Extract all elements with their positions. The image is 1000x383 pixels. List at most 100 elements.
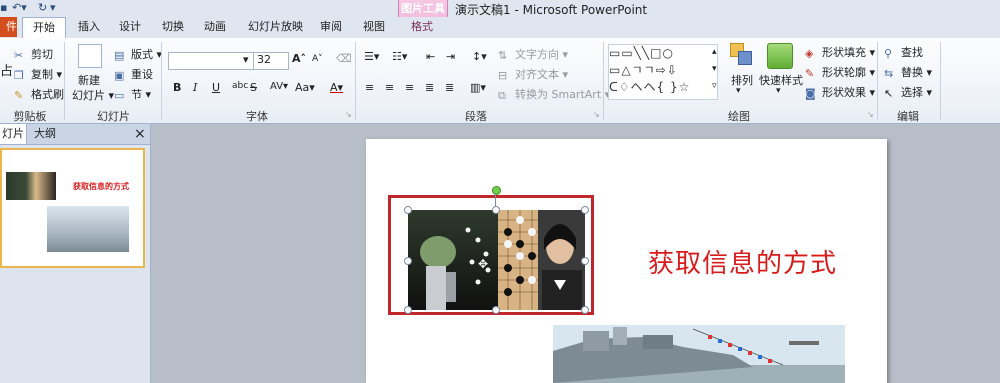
grow-font-button[interactable]: A˄	[292, 52, 306, 65]
resize-handle-top-left[interactable]	[404, 206, 412, 214]
font-color-button[interactable]: A▾	[330, 81, 343, 94]
resize-handle-bottom-right[interactable]	[581, 306, 589, 314]
rectangle-shape-icon[interactable]: ▭△ㄱㄱ⇨⇩	[609, 63, 678, 77]
arrange-button[interactable]: 排列	[731, 72, 753, 88]
change-case-button[interactable]: Aa▾	[295, 81, 315, 94]
layout-icon: ▤	[114, 49, 125, 62]
quick-styles-button[interactable]: 快速样式	[759, 72, 803, 88]
reset-button[interactable]: ▣ 重设	[114, 66, 153, 82]
find-button[interactable]: ⚲ 查找	[884, 44, 923, 60]
warship-illustration	[553, 325, 845, 383]
arc-shape-icon[interactable]: ᑕ♢ヘヘ{ }☆	[609, 80, 690, 94]
paste-button[interactable]: 占	[0, 60, 13, 79]
font-name-combo[interactable]	[168, 52, 254, 70]
font-dialog-launcher-icon[interactable]: ↘	[345, 110, 352, 119]
tab-insert[interactable]: 插入	[68, 17, 110, 37]
convert-smartart-button[interactable]: ⧉ 转换为 SmartArt ▾	[498, 86, 610, 102]
cut-button[interactable]: ✂ 剪切	[14, 46, 53, 62]
italic-button[interactable]: I	[193, 81, 197, 94]
align-center-button[interactable]: ≡	[385, 81, 394, 94]
resize-handle-top[interactable]	[492, 206, 500, 214]
numbering-button[interactable]: ☷▾	[392, 50, 407, 63]
shapes-gallery[interactable]: ▭▭╲╲□○ ▭△ㄱㄱ⇨⇩ ᑕ♢ヘヘ{ }☆	[608, 44, 718, 100]
close-pane-button[interactable]: ×	[134, 124, 146, 144]
underline-button[interactable]: U	[212, 81, 220, 94]
divider	[940, 42, 941, 120]
resize-handle-bottom-left[interactable]	[404, 306, 412, 314]
select-button[interactable]: ↖ 选择 ▾	[884, 84, 932, 100]
tab-transitions[interactable]: 切换	[152, 17, 194, 37]
tab-file[interactable]: 件	[0, 17, 17, 37]
resize-handle-bottom[interactable]	[492, 306, 500, 314]
rotation-handle[interactable]	[492, 186, 501, 195]
clipboard-group-label: 剪贴板	[13, 110, 47, 123]
layout-button[interactable]: ▤ 版式 ▾	[114, 46, 162, 62]
align-right-button[interactable]: ≡	[405, 81, 414, 94]
textbox-shape-icon[interactable]: ▭▭╲╲□○	[609, 46, 674, 60]
columns-button[interactable]: ▥▾	[470, 81, 486, 94]
quick-styles-dropdown-icon[interactable]: ▾	[776, 86, 781, 96]
format-painter-button[interactable]: ✎ 格式刷	[14, 86, 64, 102]
quick-styles-icon[interactable]	[767, 43, 793, 69]
increase-indent-button[interactable]: ⇥	[446, 50, 455, 63]
tab-outline[interactable]: 大纲	[34, 124, 56, 144]
distributed-button[interactable]: ≣	[445, 81, 454, 94]
new-slide-dropdown[interactable]: 幻灯片 ▾	[72, 87, 114, 103]
resize-handle-top-right[interactable]	[581, 206, 589, 214]
quick-access-dropdown-icon[interactable]: ▾	[50, 1, 56, 14]
shape-fill-button[interactable]: ◈ 形状填充 ▾	[805, 44, 875, 60]
tab-animations[interactable]: 动画	[194, 17, 236, 37]
line-spacing-button[interactable]: ↕▾	[472, 50, 487, 63]
slide-thumbnail[interactable]: 获取信息的方式	[0, 148, 145, 268]
align-text-button[interactable]: ⊟ 对齐文本 ▾	[498, 66, 568, 82]
strikethrough-button[interactable]: S	[250, 81, 257, 94]
red-highlight-box	[388, 195, 594, 315]
justify-button[interactable]: ≣	[425, 81, 434, 94]
resize-handle-right[interactable]	[581, 257, 589, 265]
tab-design[interactable]: 设计	[109, 17, 151, 37]
thumbnail-ship-image	[47, 206, 129, 252]
shape-effects-button[interactable]: ◙ 形状效果 ▾	[805, 84, 875, 100]
shapes-gallery-scroll[interactable]: ▴ ▾ ▿	[712, 44, 717, 95]
warship-picture[interactable]	[553, 325, 845, 383]
undo-icon[interactable]: ↶▾	[12, 1, 27, 14]
scissors-icon: ✂	[14, 49, 24, 62]
new-slide-label[interactable]: 新建	[78, 72, 100, 88]
copy-button[interactable]: ❐ 复制 ▾	[14, 66, 62, 82]
picture-tools-label: 图片工具	[401, 2, 445, 15]
redo-icon[interactable]: ↻	[38, 1, 47, 14]
drawing-dialog-launcher-icon[interactable]: ↘	[867, 110, 874, 119]
text-direction-button[interactable]: ⇅ 文字方向 ▾	[498, 46, 568, 62]
clear-format-icon[interactable]: ⌫	[336, 52, 352, 65]
bullets-button[interactable]: ☰▾	[364, 50, 379, 63]
resize-handle-left[interactable]	[404, 257, 412, 265]
char-spacing-button[interactable]: AV▾	[270, 81, 288, 92]
paragraph-dialog-launcher-icon[interactable]: ↘	[593, 110, 600, 119]
shadow-button[interactable]: abc	[232, 81, 248, 91]
tab-review[interactable]: 审阅	[310, 17, 352, 37]
font-size-combo[interactable]: 32	[253, 52, 289, 70]
tab-format[interactable]: 格式	[401, 17, 443, 37]
section-button[interactable]: ▭ 节 ▾	[114, 86, 151, 102]
arrange-dropdown-icon[interactable]: ▾	[736, 86, 741, 96]
binoculars-icon: ⚲	[884, 47, 893, 60]
new-slide-icon[interactable]	[78, 44, 102, 68]
tab-slides[interactable]: 灯片	[0, 124, 27, 144]
cursor-icon: ↖	[884, 87, 894, 100]
shrink-font-button[interactable]: A˅	[312, 54, 323, 64]
slides-group-label: 幻灯片	[97, 110, 130, 123]
thumbnail-go-image	[6, 172, 56, 200]
font-name-dropdown-icon[interactable]: ▾	[243, 53, 249, 66]
decrease-indent-button[interactable]: ⇤	[426, 50, 435, 63]
save-icon[interactable]: ▪	[0, 1, 7, 14]
bold-button[interactable]: B	[173, 81, 181, 94]
replace-button[interactable]: ⇆ 替换 ▾	[884, 64, 932, 80]
tab-slideshow[interactable]: 幻灯片放映	[238, 17, 313, 37]
tab-home[interactable]: 开始	[22, 17, 66, 39]
arrange-icon[interactable]	[730, 43, 752, 67]
drawing-group-label: 绘图	[728, 110, 750, 123]
slide-title-text[interactable]: 获取信息的方式	[648, 243, 837, 280]
align-left-button[interactable]: ≡	[365, 81, 374, 94]
tab-view[interactable]: 视图	[353, 17, 395, 37]
shape-outline-button[interactable]: ✎ 形状轮廓 ▾	[805, 64, 875, 80]
